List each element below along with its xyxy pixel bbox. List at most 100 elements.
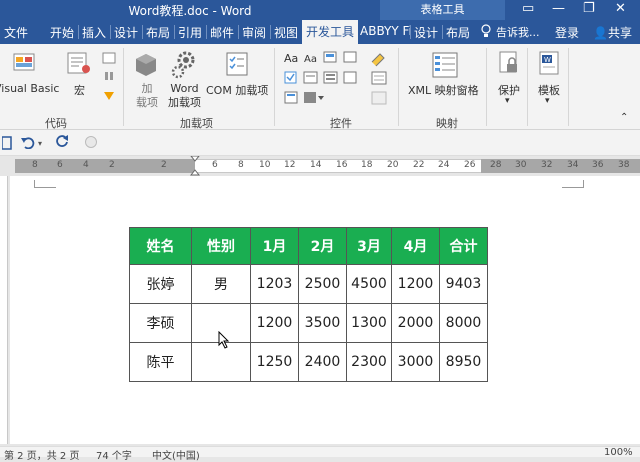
undo-icon[interactable]	[20, 135, 36, 152]
tab-developer[interactable]: 开发工具	[302, 20, 359, 44]
word-addin-gear-icon[interactable]	[170, 50, 198, 83]
template-icon[interactable]: W	[537, 50, 561, 79]
vertical-ruler[interactable]	[0, 176, 8, 444]
circle-icon[interactable]	[84, 135, 98, 152]
xml-mapping-button[interactable]: XML 映射窗格	[408, 82, 479, 98]
table-cell[interactable]: 8950	[439, 342, 488, 382]
minimize-icon[interactable]: —	[552, 1, 565, 16]
header-cell[interactable]: 合计	[439, 227, 488, 265]
macro-icon[interactable]	[66, 50, 92, 79]
tab-table-design[interactable]: 设计	[414, 24, 438, 41]
header-cell[interactable]: 2月	[298, 227, 347, 265]
table-cell[interactable]: 3000	[391, 342, 440, 382]
sign-in-link[interactable]: 登录	[555, 24, 579, 41]
save-icon[interactable]	[1, 136, 12, 153]
tab-divider	[442, 25, 443, 39]
group-divider	[123, 48, 124, 126]
table-cell[interactable]: 2000	[391, 303, 440, 343]
table-cell[interactable]: 2500	[298, 264, 347, 304]
page-count[interactable]: 第 2 页，共 2 页	[4, 447, 79, 462]
collapse-ribbon-icon[interactable]: ⌃	[620, 112, 628, 123]
word-count[interactable]: 74 个字	[96, 447, 132, 462]
tab-view[interactable]: 视图	[274, 24, 298, 41]
ruler-tick: 20	[387, 160, 399, 170]
header-cell[interactable]: 1月	[250, 227, 299, 265]
addin-icon[interactable]	[134, 52, 158, 81]
xml-mapping-icon[interactable]	[430, 50, 460, 83]
group-divider	[527, 48, 528, 126]
ruler-tick: 22	[413, 160, 425, 170]
code-group-label: 代码	[45, 117, 67, 130]
table-cell[interactable]: 1203	[250, 264, 299, 304]
horizontal-ruler[interactable]: 8 6 4 2 2 6 8 10 12 14 16 18 20 22 24 26…	[0, 155, 640, 176]
macro-button[interactable]: 宏	[74, 82, 85, 98]
table-cell[interactable]: 1200	[391, 264, 440, 304]
ruler-margin-right	[481, 159, 640, 173]
title-bar: Word教程.doc - Word 表格工具 ▭ — ❐ ✕	[0, 0, 640, 20]
share-button[interactable]: 👤共享	[593, 24, 632, 41]
table-header-row: 姓名 性别 1月 2月 3月 4月 合计	[129, 227, 488, 265]
undo-dropdown-icon[interactable]: ▾	[38, 139, 42, 148]
tab-insert[interactable]: 插入	[82, 24, 106, 41]
ruler-tick: 12	[284, 160, 296, 170]
ruler-tick: 36	[592, 160, 604, 170]
table-cell[interactable]: 陈平	[129, 342, 192, 382]
table-cell[interactable]: 1200	[250, 303, 299, 343]
ribbon-display-icon[interactable]: ▭	[522, 1, 534, 16]
table-cell[interactable]: 张婷	[129, 264, 192, 304]
com-addin-button[interactable]: COM 加载项	[206, 82, 268, 98]
table-cell[interactable]: 2300	[346, 342, 392, 382]
tab-mailings[interactable]: 邮件	[210, 24, 234, 41]
tab-home[interactable]: 开始	[50, 24, 74, 41]
table-cell[interactable]: 2400	[298, 342, 347, 382]
table-cell[interactable]: 3500	[298, 303, 347, 343]
restore-icon[interactable]: ❐	[583, 1, 595, 16]
visual-basic-button[interactable]: Visual Basic	[0, 82, 59, 95]
controls-grid-icon[interactable]: Aa Aa	[284, 50, 364, 109]
tab-abbyy[interactable]: ABBYY Fi	[360, 24, 412, 38]
addin-button[interactable]: 加 载项	[136, 82, 158, 110]
tab-layout[interactable]: 布局	[146, 24, 170, 41]
word-addin-button[interactable]: Word 加载项	[168, 82, 201, 110]
table-cell[interactable]: 男	[191, 264, 251, 304]
header-cell[interactable]: 性别	[191, 227, 251, 265]
table-row: 陈平 1250 2400 2300 3000 8950	[129, 342, 488, 382]
header-cell[interactable]: 3月	[346, 227, 392, 265]
design-mode-icon[interactable]	[370, 50, 388, 109]
ribbon-panel: Visual Basic 宏 代码 加 载项 Word 加载项 COM 加载项 …	[0, 44, 640, 130]
tab-divider	[270, 25, 271, 39]
protect-dropdown-icon[interactable]: ▾	[505, 96, 510, 106]
tell-me-search[interactable]: 告诉我...	[496, 24, 540, 40]
ruler-tick: 8	[32, 160, 38, 170]
table-row: 张婷 男 1203 2500 4500 1200 9403	[129, 264, 488, 304]
margin-corner-mark	[34, 180, 56, 188]
table-cell[interactable]: 9403	[439, 264, 488, 304]
data-table[interactable]: 姓名 性别 1月 2月 3月 4月 合计 张婷 男 1203 2500 4500…	[129, 227, 488, 382]
table-cell[interactable]: 1250	[250, 342, 299, 382]
tab-review[interactable]: 审阅	[242, 24, 266, 41]
table-cell[interactable]: 李硕	[129, 303, 192, 343]
table-cell[interactable]: 4500	[346, 264, 392, 304]
macro-small-icons[interactable]	[102, 52, 116, 104]
tab-design[interactable]: 设计	[114, 24, 138, 41]
ruler-margin-left	[15, 159, 195, 173]
lightbulb-icon[interactable]	[480, 24, 492, 41]
header-cell[interactable]: 姓名	[129, 227, 192, 265]
tab-table-layout[interactable]: 布局	[446, 24, 470, 41]
header-cell[interactable]: 4月	[391, 227, 440, 265]
zoom-level[interactable]: 100%	[604, 447, 633, 458]
template-dropdown-icon[interactable]: ▾	[545, 96, 550, 106]
protect-icon[interactable]	[497, 50, 521, 79]
table-cell[interactable]: 8000	[439, 303, 488, 343]
table-cell[interactable]: 1300	[346, 303, 392, 343]
visual-basic-icon[interactable]	[12, 50, 36, 77]
redo-icon[interactable]	[55, 134, 71, 153]
tab-divider	[206, 25, 207, 39]
ruler-tick: 2	[109, 160, 115, 170]
tab-divider	[174, 25, 175, 39]
language-indicator[interactable]: 中文(中国)	[152, 447, 200, 462]
tab-file[interactable]: 文件	[4, 24, 28, 41]
close-icon[interactable]: ✕	[615, 1, 626, 16]
com-addin-icon[interactable]	[224, 50, 250, 81]
tab-references[interactable]: 引用	[178, 24, 202, 41]
